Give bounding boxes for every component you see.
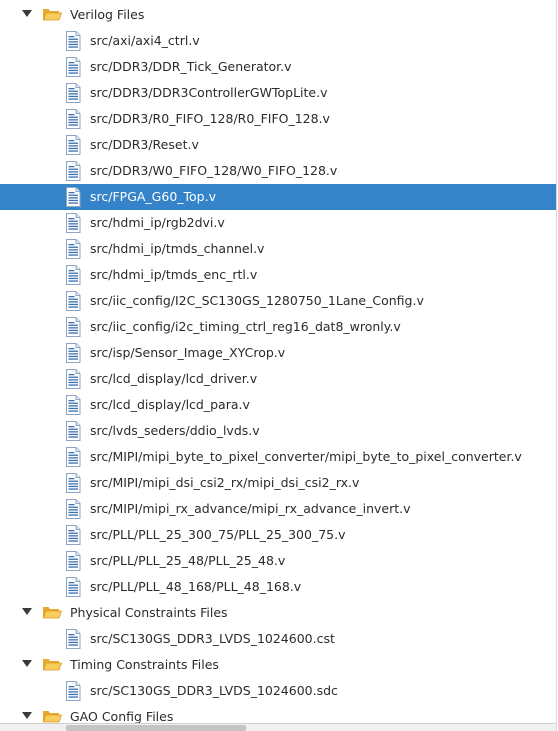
file-label: src/DDR3/DDR_Tick_Generator.v	[90, 59, 292, 74]
tree-file-item-0-2[interactable]: src/DDR3/DDR3ControllerGWTopLite.v	[0, 80, 556, 106]
text-file-icon	[66, 421, 81, 441]
file-label: src/lvds_seders/ddio_lvds.v	[90, 423, 260, 438]
text-file-icon	[66, 525, 81, 545]
text-file-icon	[66, 291, 81, 311]
text-file-icon	[66, 577, 81, 597]
tree-group-1[interactable]: Physical Constraints Files	[0, 600, 556, 626]
text-file-icon	[66, 447, 81, 467]
file-label: src/FPGA_G60_Top.v	[90, 189, 216, 204]
folder-open-icon	[42, 711, 62, 723]
tree-file-item-0-18[interactable]: src/MIPI/mipi_rx_advance/mipi_rx_advance…	[0, 496, 556, 522]
folder-open-icon	[42, 659, 62, 671]
text-file-icon	[66, 681, 81, 701]
text-file-icon	[66, 499, 81, 519]
text-file-icon	[66, 473, 81, 493]
file-label: src/PLL/PLL_48_168/PLL_48_168.v	[90, 579, 302, 594]
file-label: src/DDR3/Reset.v	[90, 137, 199, 152]
horizontal-scrollbar[interactable]	[0, 723, 556, 731]
tree-file-item-0-14[interactable]: src/lcd_display/lcd_para.v	[0, 392, 556, 418]
file-label: src/lcd_display/lcd_driver.v	[90, 371, 258, 386]
tree-file-item-0-17[interactable]: src/MIPI/mipi_dsi_csi2_rx/mipi_dsi_csi2_…	[0, 470, 556, 496]
text-file-icon	[66, 161, 81, 181]
group-label: Timing Constraints Files	[70, 657, 219, 672]
text-file-icon	[66, 343, 81, 363]
file-label: src/isp/Sensor_Image_XYCrop.v	[90, 345, 286, 360]
text-file-icon	[66, 187, 81, 207]
tree-file-item-0-7[interactable]: src/hdmi_ip/rgb2dvi.v	[0, 210, 556, 236]
text-file-icon	[66, 31, 81, 51]
tree-file-item-0-21[interactable]: src/PLL/PLL_48_168/PLL_48_168.v	[0, 574, 556, 600]
file-label: src/hdmi_ip/rgb2dvi.v	[90, 215, 225, 230]
group-label: Verilog Files	[70, 7, 145, 22]
scrollbar-thumb[interactable]	[66, 725, 246, 731]
expand-arrow-icon[interactable]	[22, 660, 32, 667]
tree-group-2[interactable]: Timing Constraints Files	[0, 652, 556, 678]
tree-file-item-0-15[interactable]: src/lvds_seders/ddio_lvds.v	[0, 418, 556, 444]
tree-file-item-0-12[interactable]: src/isp/Sensor_Image_XYCrop.v	[0, 340, 556, 366]
text-file-icon	[66, 109, 81, 129]
expand-arrow-icon[interactable]	[22, 10, 32, 17]
tree-file-item-0-3[interactable]: src/DDR3/R0_FIFO_128/R0_FIFO_128.v	[0, 106, 556, 132]
file-label: src/MIPI/mipi_dsi_csi2_rx/mipi_dsi_csi2_…	[90, 475, 360, 490]
file-label: src/DDR3/R0_FIFO_128/R0_FIFO_128.v	[90, 111, 330, 126]
tree-file-item-0-8[interactable]: src/hdmi_ip/tmds_channel.v	[0, 236, 556, 262]
tree-file-item-0-10[interactable]: src/iic_config/I2C_SC130GS_1280750_1Lane…	[0, 288, 556, 314]
text-file-icon	[66, 213, 81, 233]
text-file-icon	[66, 551, 81, 571]
text-file-icon	[66, 135, 81, 155]
tree-file-item-1-0[interactable]: src/SC130GS_DDR3_LVDS_1024600.cst	[0, 626, 556, 652]
text-file-icon	[66, 317, 81, 337]
tree-file-item-0-11[interactable]: src/iic_config/i2c_timing_ctrl_reg16_dat…	[0, 314, 556, 340]
text-file-icon	[66, 265, 81, 285]
group-label: Physical Constraints Files	[70, 605, 228, 620]
file-label: src/SC130GS_DDR3_LVDS_1024600.sdc	[90, 683, 338, 698]
tree-file-item-0-0[interactable]: src/axi/axi4_ctrl.v	[0, 28, 556, 54]
tree-file-item-2-0[interactable]: src/SC130GS_DDR3_LVDS_1024600.sdc	[0, 678, 556, 704]
tree-file-item-0-5[interactable]: src/DDR3/W0_FIFO_128/W0_FIFO_128.v	[0, 158, 556, 184]
tree-file-item-0-19[interactable]: src/PLL/PLL_25_300_75/PLL_25_300_75.v	[0, 522, 556, 548]
tree-file-item-0-9[interactable]: src/hdmi_ip/tmds_enc_rtl.v	[0, 262, 556, 288]
file-label: src/iic_config/i2c_timing_ctrl_reg16_dat…	[90, 319, 401, 334]
tree-file-item-0-4[interactable]: src/DDR3/Reset.v	[0, 132, 556, 158]
text-file-icon	[66, 395, 81, 415]
text-file-icon	[66, 83, 81, 103]
file-label: src/hdmi_ip/tmds_channel.v	[90, 241, 265, 256]
expand-arrow-icon[interactable]	[22, 712, 32, 719]
file-label: src/SC130GS_DDR3_LVDS_1024600.cst	[90, 631, 335, 646]
file-label: src/DDR3/W0_FIFO_128/W0_FIFO_128.v	[90, 163, 338, 178]
text-file-icon	[66, 57, 81, 77]
file-label: src/iic_config/I2C_SC130GS_1280750_1Lane…	[90, 293, 424, 308]
folder-open-icon	[42, 607, 62, 619]
tree-file-item-0-13[interactable]: src/lcd_display/lcd_driver.v	[0, 366, 556, 392]
file-tree-panel: Verilog Files src/axi/axi4_ctrl.v src/DD…	[0, 0, 557, 731]
file-label: src/PLL/PLL_25_48/PLL_25_48.v	[90, 553, 286, 568]
tree-file-item-0-1[interactable]: src/DDR3/DDR_Tick_Generator.v	[0, 54, 556, 80]
file-label: src/MIPI/mipi_byte_to_pixel_converter/mi…	[90, 449, 522, 464]
text-file-icon	[66, 629, 81, 649]
expand-arrow-icon[interactable]	[22, 608, 32, 615]
file-label: src/axi/axi4_ctrl.v	[90, 33, 200, 48]
file-label: src/hdmi_ip/tmds_enc_rtl.v	[90, 267, 258, 282]
text-file-icon	[66, 369, 81, 389]
tree-file-item-0-20[interactable]: src/PLL/PLL_25_48/PLL_25_48.v	[0, 548, 556, 574]
file-label: src/PLL/PLL_25_300_75/PLL_25_300_75.v	[90, 527, 346, 542]
tree-file-item-0-16[interactable]: src/MIPI/mipi_byte_to_pixel_converter/mi…	[0, 444, 556, 470]
tree-file-item-0-6[interactable]: src/FPGA_G60_Top.v	[0, 184, 556, 210]
file-label: src/DDR3/DDR3ControllerGWTopLite.v	[90, 85, 328, 100]
file-label: src/MIPI/mipi_rx_advance/mipi_rx_advance…	[90, 501, 411, 516]
text-file-icon	[66, 239, 81, 259]
file-label: src/lcd_display/lcd_para.v	[90, 397, 250, 412]
tree-group-0[interactable]: Verilog Files	[0, 2, 556, 28]
folder-open-icon	[42, 9, 62, 21]
